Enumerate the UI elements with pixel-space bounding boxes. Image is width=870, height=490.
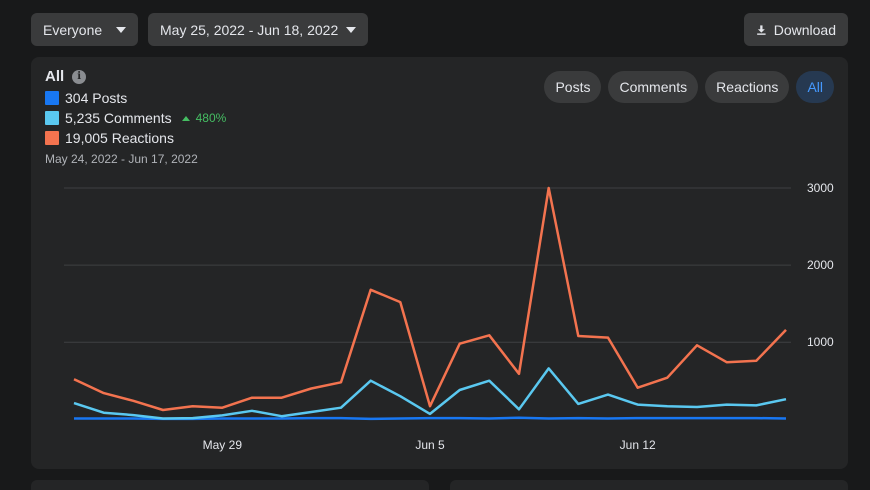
tab-reactions[interactable]: Reactions (705, 71, 790, 103)
audience-dropdown[interactable]: Everyone (31, 13, 138, 46)
date-range-dropdown[interactable]: May 25, 2022 - Jun 18, 2022 (148, 13, 368, 46)
y-tick-label: 2000 (807, 258, 834, 272)
tab-all[interactable]: All (796, 71, 834, 103)
series-line-reactions (73, 186, 787, 412)
tab-comments[interactable]: Comments (608, 71, 699, 103)
x-tick-label: Jun 5 (415, 438, 445, 452)
y-tick-label: 1000 (807, 335, 834, 349)
metric-tabs: Posts Comments Reactions All (544, 71, 834, 103)
chart-series (73, 186, 787, 421)
toolbar: Everyone May 25, 2022 - Jun 18, 2022 Dow… (31, 13, 848, 46)
comments-delta: 480% (181, 111, 227, 125)
date-range-label: May 25, 2022 - Jun 18, 2022 (160, 21, 339, 38)
legend-item-comments: 5,235 Comments 480% (45, 108, 226, 128)
download-icon (757, 24, 766, 35)
download-label: Download (773, 21, 836, 38)
legend-item-posts: 304 Posts (45, 88, 226, 108)
legend-item-reactions: 19,005 Reactions (45, 128, 226, 148)
download-button[interactable]: Download (744, 13, 848, 46)
legend-header: All i (45, 68, 226, 85)
chart-grid (64, 187, 791, 343)
y-axis-ticks: 1000 2000 3000 (807, 181, 834, 349)
posts-swatch (45, 91, 59, 105)
series-line-comments (73, 367, 787, 420)
comments-delta-value: 480% (195, 111, 227, 125)
y-tick-label: 3000 (807, 181, 834, 195)
bottom-card-left (31, 480, 429, 490)
caret-down-icon (346, 26, 356, 33)
legend: All i 304 Posts 5,235 Comments 480% 19,0… (45, 68, 226, 166)
tab-posts[interactable]: Posts (544, 71, 602, 103)
bottom-card-right (450, 480, 848, 490)
insights-card: 1000 2000 3000 May 29 Jun 5 Jun 12 All i 304… (31, 57, 848, 469)
arrow-up-icon (181, 115, 190, 121)
x-tick-label: May 29 (203, 438, 243, 452)
reactions-total: 19,005 Reactions (65, 130, 174, 146)
x-tick-label: Jun 12 (620, 438, 656, 452)
legend-date-range: May 24, 2022 - Jun 17, 2022 (45, 152, 198, 166)
caret-down-icon (116, 26, 126, 33)
posts-total: 304 Posts (65, 90, 128, 106)
comments-total: 5,235 Comments (65, 110, 172, 126)
reactions-swatch (45, 131, 59, 145)
info-icon[interactable]: i (72, 69, 87, 84)
audience-label: Everyone (43, 21, 103, 38)
comments-swatch (45, 111, 59, 125)
x-axis-ticks: May 29 Jun 5 Jun 12 (203, 438, 656, 452)
legend-title: All (45, 68, 65, 85)
